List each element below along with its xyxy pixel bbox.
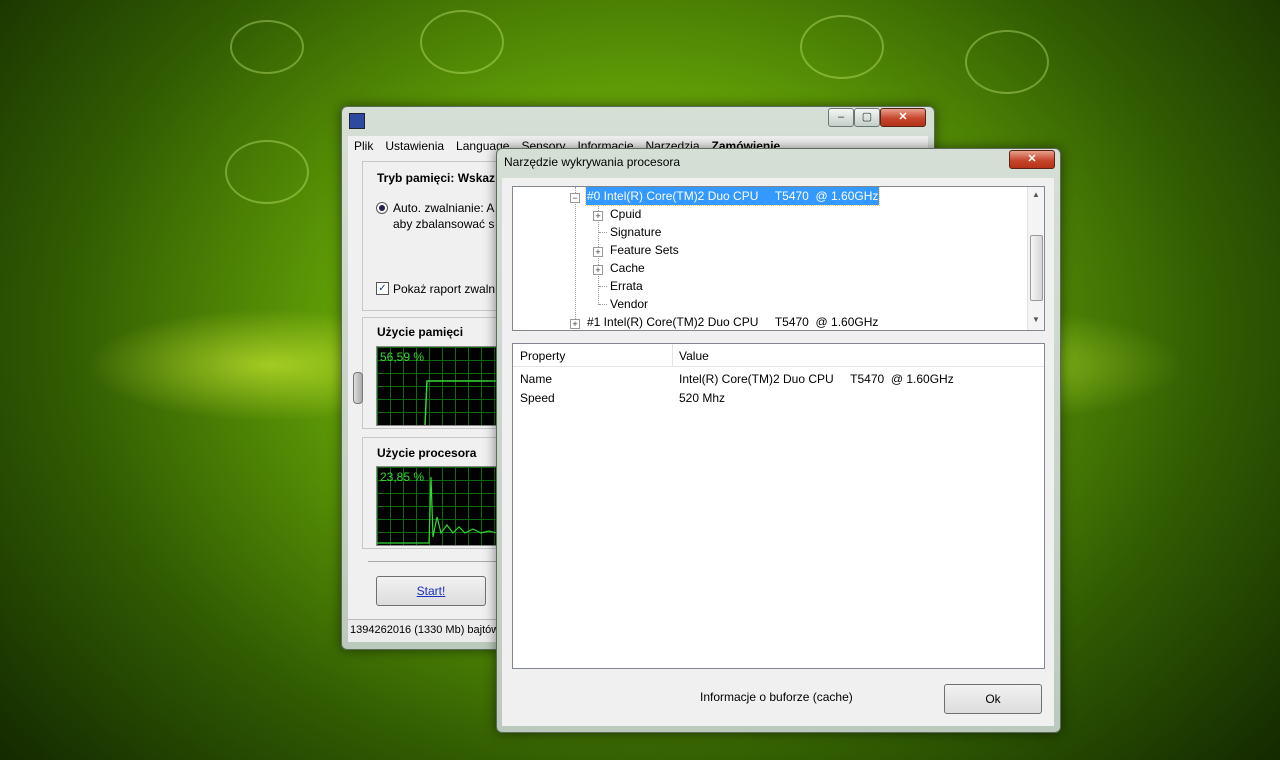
maximize-button[interactable]: ▢ [854, 108, 880, 127]
auto-release-label-line2: aby zbalansować s [393, 217, 495, 231]
background-swirl [420, 10, 504, 74]
column-header-property-label: Property [520, 349, 566, 363]
tree-item-cache[interactable]: Cache [610, 259, 645, 277]
expand-cpu0-toggle[interactable]: − [570, 193, 580, 203]
column-header-value-label: Value [679, 349, 709, 363]
memory-mode-title: Tryb pamięci: Wskaz [377, 171, 496, 185]
tree-scrollbar[interactable]: ▲ ▼ [1027, 187, 1044, 330]
tree-line [599, 304, 607, 305]
background-swirl [800, 15, 884, 79]
background-swirl [965, 30, 1049, 94]
column-header-value[interactable]: Value [673, 344, 1044, 366]
property-value-cell: Intel(R) Core(TM)2 Duo CPU T5470 @ 1.60G… [679, 372, 954, 386]
tree-item-cache-label: Cache [610, 261, 645, 275]
tree-line [599, 232, 607, 233]
start-button[interactable]: Start! [376, 576, 486, 606]
auto-release-radio[interactable] [376, 202, 388, 214]
tree-item-vendor-label: Vendor [610, 297, 649, 311]
start-button-label: Start! [416, 584, 446, 598]
auto-release-label: Auto. zwalnianie: A [393, 201, 495, 215]
tree-item-cpu0[interactable]: #0 Intel(R) Core(TM)2 Duo CPU T5470 @ 1.… [584, 187, 881, 206]
tree-item-cpu1[interactable]: #1 Intel(R) Core(TM)2 Duo CPU T5470 @ 1.… [587, 313, 879, 330]
show-report-checkbox[interactable]: ✓ [376, 282, 389, 295]
list-header: Property Value [513, 344, 1044, 367]
tree-line [575, 187, 576, 325]
expand-cpuid-toggle[interactable]: + [593, 211, 603, 221]
menu-item-plik[interactable]: Plik [348, 136, 379, 156]
dialog-title: Narzędzie wykrywania procesora [504, 155, 681, 169]
tree-item-feature-sets[interactable]: Feature Sets [610, 241, 679, 259]
tree-item-errata[interactable]: Errata [610, 277, 643, 295]
ok-button-label: Ok [985, 692, 1001, 706]
cpu-tree-view: − #0 Intel(R) Core(TM)2 Duo CPU T5470 @ … [512, 186, 1045, 331]
tree-item-signature-label: Signature [610, 225, 662, 239]
column-header-property[interactable]: Property [513, 344, 673, 366]
background-swirl [225, 140, 309, 204]
tree-item-cpu1-label: #1 Intel(R) Core(TM)2 Duo CPU T5470 @ 1.… [587, 315, 879, 329]
expand-feature-sets-toggle[interactable]: + [593, 247, 603, 257]
dialog-client: − #0 Intel(R) Core(TM)2 Duo CPU T5470 @ … [502, 178, 1054, 726]
memory-usage-title: Użycie pamięci [377, 325, 464, 339]
expand-cpu1-toggle[interactable]: + [570, 319, 580, 329]
background-swirl [230, 20, 304, 74]
property-list: Property Value Name Intel(R) Core(TM)2 D… [512, 343, 1045, 669]
table-row[interactable]: Speed 520 Mhz [513, 389, 1044, 408]
tree-item-signature[interactable]: Signature [610, 223, 661, 241]
tree-line [599, 286, 607, 287]
property-name-cell: Speed [520, 391, 555, 405]
app-icon [349, 113, 365, 129]
tree-item-feature-sets-label: Feature Sets [610, 243, 679, 257]
dialog-close-button[interactable]: ✕ [1009, 150, 1055, 169]
tree-item-cpuid[interactable]: Cpuid [610, 205, 641, 223]
close-button[interactable]: ✕ [880, 108, 926, 127]
ok-button[interactable]: Ok [944, 684, 1042, 714]
cpu-detection-dialog: Narzędzie wykrywania procesora ✕ − #0 In… [496, 148, 1061, 733]
tree-item-vendor[interactable]: Vendor [610, 295, 648, 313]
expand-cache-toggle[interactable]: + [593, 265, 603, 275]
minimize-button[interactable]: – [828, 108, 854, 127]
property-name-cell: Name [520, 372, 553, 386]
property-value-cell: 520 Mhz [679, 391, 726, 405]
scroll-thumb[interactable] [1030, 235, 1043, 301]
scroll-handle[interactable] [353, 372, 363, 404]
tree-item-cpu0-label: #0 Intel(R) Core(TM)2 Duo CPU T5470 @ 1.… [587, 189, 879, 203]
scroll-up-arrow-icon[interactable]: ▲ [1032, 190, 1040, 199]
tree-item-cpuid-label: Cpuid [610, 207, 642, 221]
tree-item-errata-label: Errata [610, 279, 643, 293]
cpu-usage-title: Użycie procesora [377, 446, 477, 460]
scroll-down-arrow-icon[interactable]: ▼ [1032, 315, 1040, 324]
table-row[interactable]: Name Intel(R) Core(TM)2 Duo CPU T5470 @ … [513, 370, 1044, 389]
menu-item-ustawienia[interactable]: Ustawienia [379, 136, 450, 156]
footer-text: Informacje o buforze (cache) [700, 690, 853, 704]
show-report-label: Pokaż raport zwaln [393, 282, 496, 296]
status-text: 1394262016 (1330 Mb) bajtów [350, 624, 500, 636]
